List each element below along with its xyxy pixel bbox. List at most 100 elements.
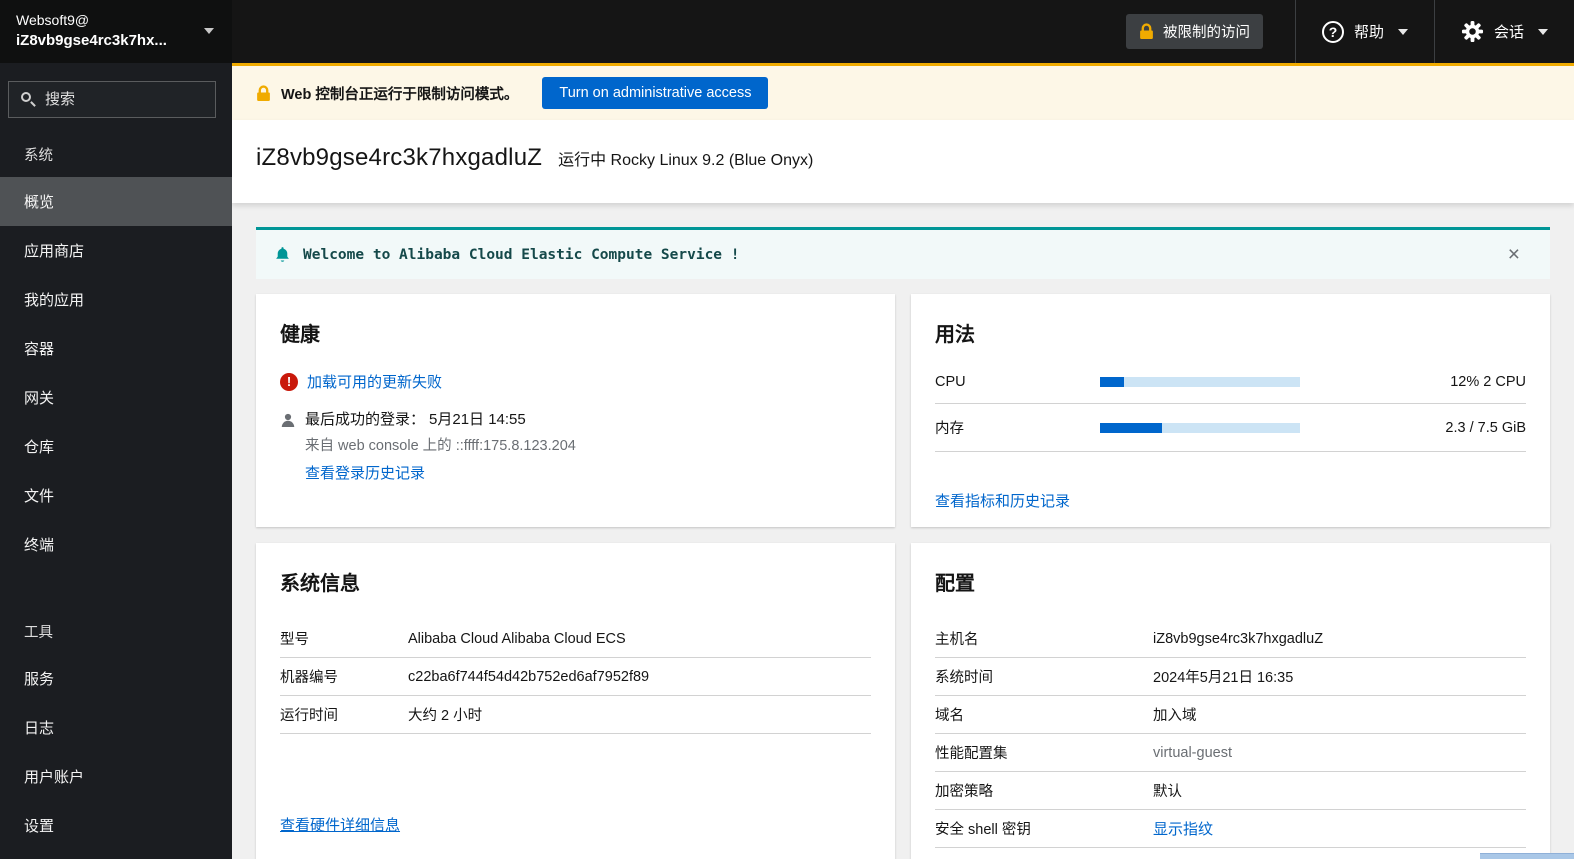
search-icon (21, 92, 31, 102)
user-icon (280, 412, 296, 428)
last-login-time: 5月21日 14:55 (429, 411, 526, 428)
config-card: 配置 主机名 iZ8vb9gse4rc3k7hxgadluZ 系统时间 2024… (911, 543, 1550, 859)
sidebar-section-tools: 工具 (24, 625, 53, 641)
content-area: Welcome to Alibaba Cloud Elastic Compute… (232, 203, 1574, 859)
session-menu[interactable]: 会话 (1435, 0, 1574, 63)
crypto-policy-value: 默认 (1153, 784, 1182, 800)
usage-card-title: 用法 (935, 324, 975, 346)
table-row: 型号 Alibaba Cloud Alibaba Cloud ECS (280, 620, 871, 658)
login-history-link[interactable]: 查看登录历史记录 (305, 462, 425, 483)
machine-id-value: c22ba6f744f54d42b752ed6af7952f89 (408, 668, 650, 685)
brand-user: Websoft9@ (16, 12, 90, 28)
table-row: 安全 shell 密钥 显示指纹 (935, 810, 1526, 848)
machine-id-label: 机器编号 (280, 670, 338, 686)
chevron-down-icon (1538, 28, 1548, 35)
table-row: 机器编号 c22ba6f744f54d42b752ed6af7952f89 (280, 658, 871, 696)
sidebar-item-overview[interactable]: 概览 (0, 177, 232, 226)
uptime-label: 运行时间 (280, 708, 338, 724)
memory-label: 内存 (935, 421, 964, 437)
question-circle-icon: ? (1321, 20, 1344, 43)
memory-progress-bar (1100, 422, 1300, 433)
table-row: 主机名 iZ8vb9gse4rc3k7hxgadluZ (935, 620, 1526, 658)
sidebar-item-accounts[interactable]: 用户账户 (0, 752, 232, 801)
sidebar-item-logs[interactable]: 日志 (0, 703, 232, 752)
table-row: 系统时间 2024年5月21日 16:35 (935, 658, 1526, 696)
join-domain-value: 加入域 (1153, 708, 1197, 724)
crypto-policy-label: 加密策略 (935, 784, 993, 800)
table-row: 性能配置集 virtual-guest (935, 734, 1526, 772)
welcome-alert: Welcome to Alibaba Cloud Elastic Compute… (256, 227, 1550, 279)
session-label: 会话 (1493, 24, 1524, 41)
hostname-label: 主机名 (935, 632, 979, 648)
memory-value: 2.3 / 7.5 GiB (1445, 419, 1526, 436)
close-icon[interactable]: × (1496, 244, 1532, 265)
restricted-mode-banner: Web 控制台正运行于限制访问模式。 Turn on administrativ… (232, 63, 1574, 120)
hardware-details-link[interactable]: 查看硬件详细信息 (280, 814, 400, 835)
chevron-down-icon (1397, 28, 1408, 35)
sidebar-item-appstore[interactable]: 应用商店 (0, 226, 232, 275)
show-fingerprints-link[interactable]: 显示指纹 (1153, 821, 1213, 838)
sidebar-item-terminal[interactable]: 终端 (0, 520, 232, 569)
memory-usage-row: 内存 2.3 / 7.5 GiB (935, 404, 1526, 452)
exclamation-circle-icon: ! (280, 372, 298, 391)
cpu-label: CPU (935, 374, 966, 390)
restricted-access-label: 被限制的访问 (1162, 25, 1250, 41)
hostname-value: iZ8vb9gse4rc3k7hxgadluZ (1153, 630, 1324, 647)
page-title: iZ8vb9gse4rc3k7hxgadluZ (256, 144, 543, 171)
updates-failed-link[interactable]: 加载可用的更新失败 (307, 371, 442, 392)
help-menu[interactable]: ? 帮助 (1296, 0, 1434, 63)
uptime-value: 大约 2 小时 (408, 708, 483, 724)
sidebar-item-myapps[interactable]: 我的应用 (0, 275, 232, 324)
sidebar-item-settings[interactable]: 设置 (0, 801, 232, 850)
cpu-value: 12% 2 CPU (1450, 374, 1526, 390)
system-info-card-title: 系统信息 (280, 573, 360, 595)
sidebar-nav: 系统 概览 应用商店 我的应用 容器 网关 仓库 文件 终端 工具 服务 日志 … (0, 130, 232, 850)
ssh-keys-label: 安全 shell 密钥 (935, 822, 1031, 838)
sidebar-item-gateway[interactable]: 网关 (0, 373, 232, 422)
bell-icon (274, 246, 291, 263)
masthead-spacer (232, 0, 1110, 63)
sidebar: 系统 概览 应用商店 我的应用 容器 网关 仓库 文件 终端 工具 服务 日志 … (0, 63, 232, 859)
system-time-label: 系统时间 (935, 670, 993, 686)
search-input[interactable] (8, 81, 216, 118)
masthead: Websoft9@ iZ8vb9gse4rc3k7hx... 被限制的访问 ? … (0, 0, 1574, 63)
model-label: 型号 (280, 632, 309, 648)
config-card-title: 配置 (935, 573, 975, 595)
cpu-progress-bar (1100, 377, 1300, 387)
sidebar-item-services[interactable]: 服务 (0, 654, 232, 703)
brand-hostname: iZ8vb9gse4rc3k7hx... (16, 32, 167, 49)
cpu-progress-fill (1100, 377, 1124, 387)
welcome-alert-message: Welcome to Alibaba Cloud Elastic Compute… (303, 246, 740, 263)
sidebar-item-containers[interactable]: 容器 (0, 324, 232, 373)
page-header: iZ8vb9gse4rc3k7hxgadluZ 运行中 Rocky Linux … (232, 120, 1574, 203)
sidebar-section-system: 系统 (24, 148, 53, 164)
table-row: 加密策略 默认 (935, 772, 1526, 810)
table-row: 运行时间 大约 2 小时 (280, 696, 871, 734)
partial-tooltip-edge (1480, 853, 1574, 859)
chevron-down-icon (204, 28, 214, 34)
health-card-title: 健康 (280, 324, 320, 346)
restricted-access-button[interactable]: 被限制的访问 (1125, 14, 1263, 49)
usage-card: 用法 CPU 12% 2 CPU 内存 2.3 / 7.5 GiB 查看指标和历… (911, 294, 1550, 527)
sidebar-item-files[interactable]: 文件 (0, 471, 232, 520)
host-switcher[interactable]: Websoft9@ iZ8vb9gse4rc3k7hx... (0, 0, 232, 63)
gear-icon (1461, 20, 1484, 43)
system-time-value: 2024年5月21日 16:35 (1153, 670, 1294, 686)
restricted-mode-message: Web 控制台正运行于限制访问模式。 (281, 86, 519, 103)
health-card: 健康 ! 加载可用的更新失败 最后成功的登录： 5月21日 14:55 来自 w… (256, 294, 895, 527)
system-info-card: 系统信息 型号 Alibaba Cloud Alibaba Cloud ECS … (256, 543, 895, 859)
table-row: 域名 加入域 (935, 696, 1526, 734)
admin-access-button[interactable]: Turn on administrative access (542, 77, 769, 109)
login-origin: 来自 web console 上的 ::ffff:175.8.123.204 (305, 438, 576, 454)
help-label: 帮助 (1353, 24, 1384, 41)
lock-icon (256, 84, 271, 102)
metrics-history-link[interactable]: 查看指标和历史记录 (935, 490, 1070, 511)
memory-progress-fill (1100, 422, 1162, 433)
last-login-label: 最后成功的登录： (305, 411, 426, 428)
performance-profile-label: 性能配置集 (935, 746, 1008, 762)
lock-icon (1139, 23, 1154, 40)
sidebar-item-repository[interactable]: 仓库 (0, 422, 232, 471)
model-value: Alibaba Cloud Alibaba Cloud ECS (408, 630, 626, 647)
os-status: 运行中 Rocky Linux 9.2 (Blue Onyx) (558, 152, 814, 169)
cpu-usage-row: CPU 12% 2 CPU (935, 361, 1526, 404)
